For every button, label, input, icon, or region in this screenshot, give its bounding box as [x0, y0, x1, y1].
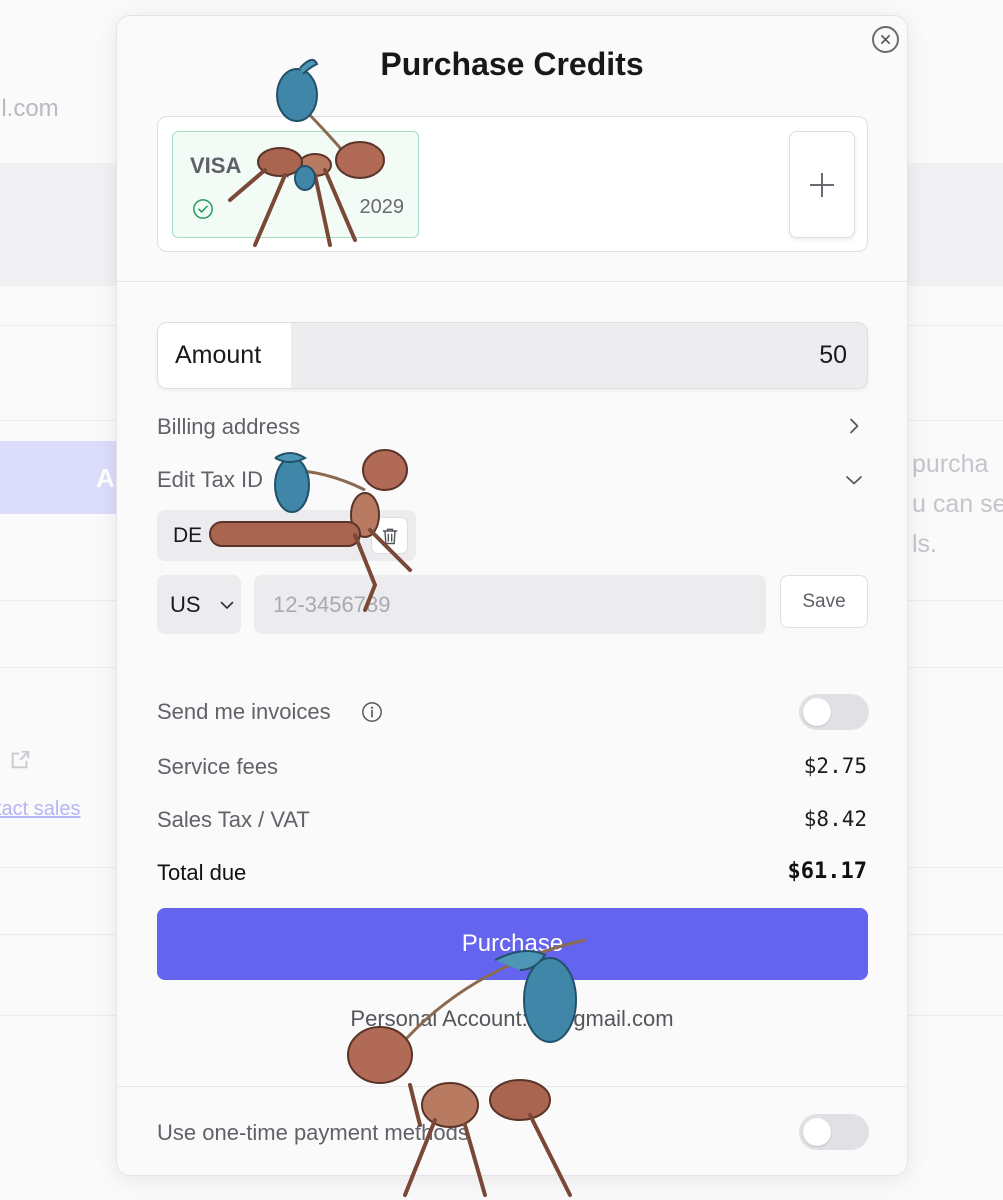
background-primary-button-label: A [96, 463, 115, 493]
edit-tax-id-row[interactable]: Edit Tax ID [157, 467, 263, 493]
tax-country-value: US [170, 591, 201, 617]
saved-tax-id-text: DE [173, 524, 203, 547]
sales-tax-label: Sales Tax / VAT [157, 807, 310, 832]
chevron-right-icon[interactable] [846, 418, 862, 434]
purchase-button[interactable]: Purchase [157, 908, 868, 980]
billing-address-row[interactable]: Billing address [157, 414, 300, 440]
contact-sales-link[interactable]: tact sales [0, 798, 80, 821]
background-description: purcha u can se ls. [912, 444, 1003, 564]
card-expiry: 2029 [359, 196, 405, 218]
trash-icon [382, 528, 397, 544]
check-circle-icon [193, 199, 213, 219]
external-link-icon[interactable] [9, 749, 31, 771]
amount-field[interactable]: Amount 50 [157, 322, 868, 389]
modal-title: Purchase Credits [380, 46, 644, 82]
card-brand: VISA [190, 153, 242, 178]
amount-value[interactable]: 50 [819, 323, 847, 388]
background-email-text: il.com [0, 95, 59, 122]
plus-icon [810, 172, 834, 197]
chevron-down-icon[interactable] [846, 472, 862, 488]
purchase-credits-modal: Purchase Credits VISA • ( 2029 Amount 50… [116, 15, 908, 1176]
total-due-value: $61.17 [787, 859, 867, 884]
info-icon[interactable] [361, 701, 383, 723]
section-divider [117, 281, 907, 282]
section-divider [117, 1086, 907, 1087]
background-description-line: purcha [912, 450, 989, 478]
payment-methods-box: VISA • ( 2029 [157, 116, 868, 252]
one-time-payment-toggle[interactable] [799, 1114, 869, 1150]
send-invoices-label: Send me invoices [157, 699, 331, 724]
payment-card-visa[interactable]: VISA • ( 2029 [172, 131, 419, 238]
sales-tax-value: $8.42 [803, 807, 867, 831]
account-info: Personal Account: ja@gmail.com [350, 1006, 674, 1031]
add-payment-method-button[interactable] [789, 131, 855, 238]
tax-country-select[interactable]: US [157, 575, 241, 634]
save-tax-id-button[interactable]: Save [780, 575, 868, 628]
background-description-line: u can se [912, 490, 1003, 518]
card-masked-number: • ( [268, 153, 290, 178]
tax-id-input[interactable] [254, 575, 766, 634]
amount-label: Amount [158, 323, 291, 388]
total-due-label: Total due [157, 860, 247, 885]
send-invoices-toggle[interactable] [799, 694, 869, 730]
delete-tax-id-button[interactable] [371, 517, 408, 554]
service-fees-value: $2.75 [803, 754, 867, 778]
one-time-payment-label: Use one-time payment methods [157, 1120, 469, 1145]
saved-tax-id-chip: DE [157, 510, 416, 561]
background-primary-button[interactable]: A [0, 441, 130, 514]
service-fees-label: Service fees [157, 754, 279, 779]
close-icon [881, 35, 890, 44]
background-description-line: ls. [912, 530, 937, 558]
chevron-down-icon [220, 601, 234, 609]
